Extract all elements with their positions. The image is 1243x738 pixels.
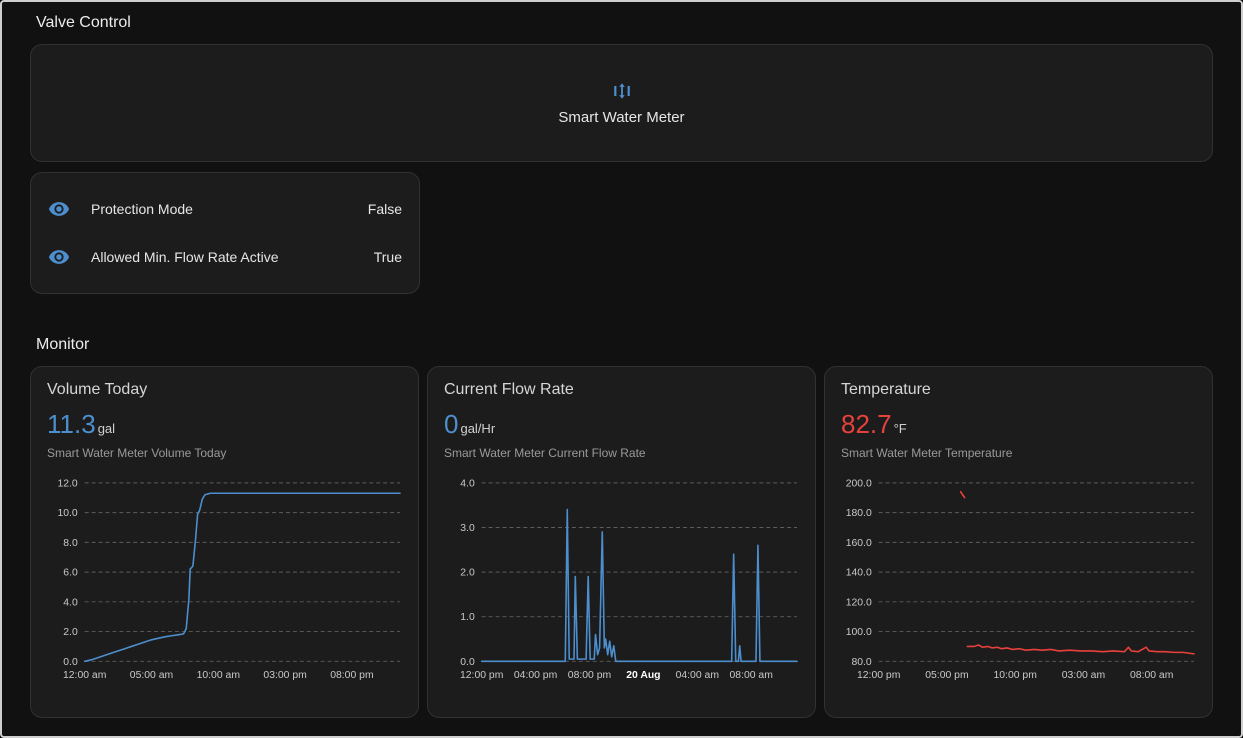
- svg-text:12:00 pm: 12:00 pm: [857, 670, 900, 681]
- svg-text:05:00 pm: 05:00 pm: [925, 670, 968, 681]
- svg-text:1.0: 1.0: [460, 612, 475, 623]
- eye-icon: [48, 198, 70, 220]
- svg-text:0.0: 0.0: [63, 657, 78, 668]
- svg-text:10:00 am: 10:00 am: [197, 670, 240, 681]
- sensor-subtitle: Smart Water Meter Temperature: [841, 446, 1196, 460]
- attribute-value: False: [368, 201, 402, 217]
- svg-text:12:00 am: 12:00 am: [63, 670, 106, 681]
- svg-text:160.0: 160.0: [846, 538, 872, 549]
- current-flow-rate-chart[interactable]: 4.0 3.0 2.0 1.0 0.0 12:00 pm 04:00 pm 08:00 pm 2…: [444, 474, 799, 686]
- svg-text:4.0: 4.0: [63, 597, 78, 608]
- svg-text:0.0: 0.0: [460, 657, 475, 668]
- attribute-row-protection-mode[interactable]: Protection Mode False: [48, 185, 402, 233]
- valve-entity-card[interactable]: Smart Water Meter: [30, 44, 1213, 162]
- attributes-card: Protection Mode False Allowed Min. Flow …: [30, 172, 420, 294]
- section-title-monitor: Monitor: [30, 336, 1213, 354]
- svg-text:08:00 pm: 08:00 pm: [568, 670, 611, 681]
- sensor-value-row: 11.3 gal: [47, 409, 402, 440]
- svg-text:2.0: 2.0: [460, 568, 475, 579]
- sensor-card-title: Volume Today: [47, 381, 402, 399]
- svg-text:140.0: 140.0: [846, 568, 872, 579]
- svg-text:10.0: 10.0: [57, 508, 77, 519]
- sensor-value: 82.7: [841, 409, 892, 440]
- valve-entity-name: Smart Water Meter: [558, 109, 684, 126]
- eye-icon: [48, 246, 70, 268]
- sensor-value-row: 82.7 °F: [841, 409, 1196, 440]
- svg-text:12:00 pm: 12:00 pm: [460, 670, 503, 681]
- sensor-card-title: Temperature: [841, 381, 1196, 399]
- sensor-unit: gal/Hr: [460, 421, 495, 436]
- svg-text:04:00 am: 04:00 am: [676, 670, 719, 681]
- svg-text:10:00 pm: 10:00 pm: [993, 670, 1036, 681]
- svg-text:200.0: 200.0: [846, 478, 872, 489]
- sensor-value: 0: [444, 409, 458, 440]
- svg-text:08:00 am: 08:00 am: [1130, 670, 1173, 681]
- svg-text:12.0: 12.0: [57, 478, 77, 489]
- attribute-row-allowed-min-flow-rate[interactable]: Allowed Min. Flow Rate Active True: [48, 233, 402, 281]
- attribute-label: Allowed Min. Flow Rate Active: [91, 249, 374, 265]
- svg-text:08:00 pm: 08:00 pm: [330, 670, 373, 681]
- sensor-card-title: Current Flow Rate: [444, 381, 799, 399]
- svg-text:100.0: 100.0: [846, 627, 872, 638]
- svg-text:03:00 am: 03:00 am: [1062, 670, 1105, 681]
- monitor-card-row: Volume Today 11.3 gal Smart Water Meter …: [30, 366, 1213, 718]
- home-assistant-dashboard: Valve Control Smart Water Meter Protecti…: [0, 0, 1243, 738]
- svg-text:180.0: 180.0: [846, 508, 872, 519]
- sensor-unit: gal: [98, 421, 115, 436]
- water-meter-valve-icon: [611, 80, 633, 102]
- attribute-value: True: [374, 249, 402, 265]
- svg-text:120.0: 120.0: [846, 597, 872, 608]
- sensor-unit: °F: [894, 421, 907, 436]
- svg-text:05:00 am: 05:00 am: [130, 670, 173, 681]
- svg-text:08:00 am: 08:00 am: [730, 670, 773, 681]
- sensor-value-row: 0 gal/Hr: [444, 409, 799, 440]
- svg-text:8.0: 8.0: [63, 538, 78, 549]
- sensor-subtitle: Smart Water Meter Current Flow Rate: [444, 446, 799, 460]
- svg-text:80.0: 80.0: [851, 657, 871, 668]
- section-title-valve-control: Valve Control: [30, 14, 1213, 32]
- attribute-label: Protection Mode: [91, 201, 368, 217]
- svg-text:04:00 pm: 04:00 pm: [514, 670, 557, 681]
- sensor-subtitle: Smart Water Meter Volume Today: [47, 446, 402, 460]
- temperature-chart[interactable]: 200.0 180.0 160.0 140.0 120.0 100.0 80.0 12:00 …: [841, 474, 1196, 686]
- svg-text:2.0: 2.0: [63, 627, 78, 638]
- sensor-card-current-flow-rate[interactable]: Current Flow Rate 0 gal/Hr Smart Water M…: [427, 366, 816, 718]
- volume-today-chart[interactable]: 12.0 10.0 8.0 6.0 4.0 2.0 0.0 12:00 am 05:00 am 1…: [47, 474, 402, 686]
- svg-text:6.0: 6.0: [63, 568, 78, 579]
- svg-text:4.0: 4.0: [460, 478, 475, 489]
- svg-text:03:00 pm: 03:00 pm: [263, 670, 306, 681]
- svg-text:20 Aug: 20 Aug: [626, 670, 660, 681]
- svg-text:3.0: 3.0: [460, 523, 475, 534]
- sensor-card-temperature[interactable]: Temperature 82.7 °F Smart Water Meter Te…: [824, 366, 1213, 718]
- sensor-card-volume-today[interactable]: Volume Today 11.3 gal Smart Water Meter …: [30, 366, 419, 718]
- sensor-value: 11.3: [47, 409, 96, 440]
